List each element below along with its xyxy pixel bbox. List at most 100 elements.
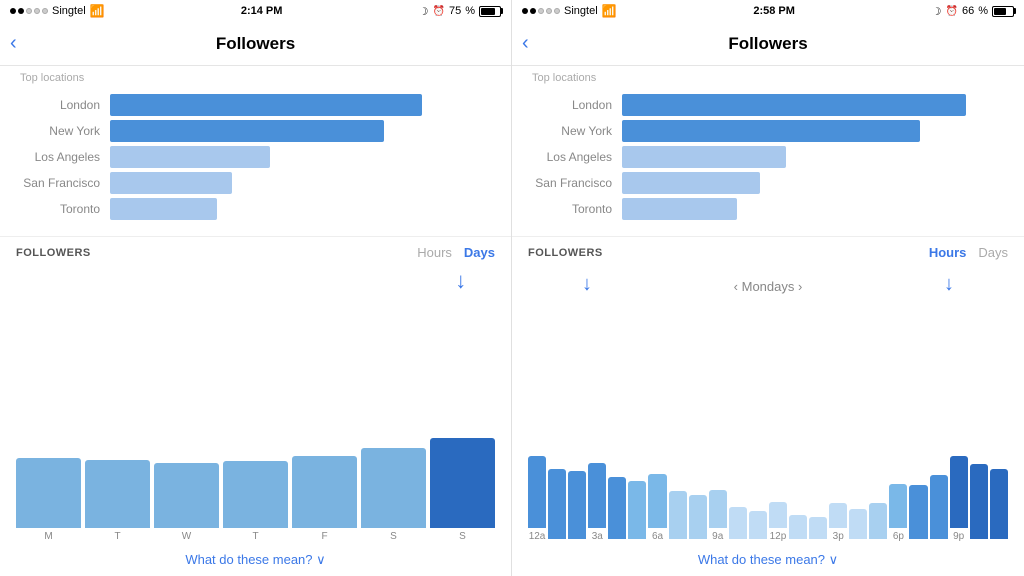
bar-h23 — [970, 464, 988, 542]
bar-label-T1: T — [114, 531, 120, 542]
city-bar-container — [622, 120, 1004, 142]
status-left-1: Singtel 📶 — [10, 4, 105, 18]
moon-icon-1: ☽ — [419, 5, 429, 18]
panel-2: Singtel 📶 2:58 PM ☽ ⏰ 66% ‹ Followers To… — [512, 0, 1024, 576]
city-bar-la-2 — [622, 146, 786, 168]
what-link-2[interactable]: What do these mean? ∨ — [512, 544, 1024, 576]
bar-fill-W — [154, 463, 219, 528]
city-name: San Francisco — [20, 176, 110, 190]
arrow-hours-1: ↓ — [582, 273, 592, 296]
bar-12a: 12a — [528, 456, 546, 542]
time-2: 2:58 PM — [753, 5, 795, 17]
battery-fill-2 — [994, 8, 1006, 15]
top-label-1: Top locations — [0, 66, 511, 86]
tab-hours-2[interactable]: Hours — [929, 245, 967, 260]
time-1: 2:14 PM — [241, 5, 283, 17]
cities-chart-2: London New York Los Angeles San Francisc… — [512, 86, 1024, 236]
bar-label-T2: T — [252, 531, 258, 542]
city-row-london: London — [20, 94, 491, 116]
city-name: New York — [532, 124, 622, 138]
status-right-2: ☽ ⏰ 66% — [932, 5, 1014, 18]
battery-pct-1: 75 — [449, 5, 461, 17]
bar-h11 — [729, 507, 747, 542]
bar-label-S2: S — [459, 531, 466, 542]
bars-area-1: M T W T F S S — [16, 292, 495, 544]
city-row-losangeles: Los Angeles — [20, 146, 491, 168]
signal-dot — [10, 8, 16, 14]
city-bar-container — [622, 172, 1004, 194]
what-link-1[interactable]: What do these mean? ∨ — [0, 544, 511, 576]
bar-h5 — [608, 477, 626, 542]
page-title-2: Followers — [728, 34, 807, 54]
back-button-2[interactable]: ‹ — [522, 32, 529, 55]
city-bar-container — [110, 198, 491, 220]
signal-dot — [522, 8, 528, 14]
city-row-toronto-2: Toronto — [532, 198, 1004, 220]
city-name: Toronto — [20, 202, 110, 216]
city-name: London — [20, 98, 110, 112]
bar-h17 — [849, 509, 867, 542]
alarm-icon-1: ⏰ — [433, 6, 445, 17]
city-row-newyork-2: New York — [532, 120, 1004, 142]
tab-hours-1[interactable]: Hours — [417, 245, 452, 260]
bar-h24 — [990, 469, 1008, 542]
signal-dot — [42, 8, 48, 14]
followers-label-1: FOLLOWERS — [16, 247, 91, 259]
wifi-icon-2: 📶 — [602, 4, 617, 18]
city-row-sf-2: San Francisco — [532, 172, 1004, 194]
mondays-label: ‹ Mondays › — [734, 279, 803, 296]
city-bar-container — [622, 94, 1004, 116]
bar-6a: 6a — [648, 474, 666, 542]
alarm-icon-2: ⏰ — [946, 6, 958, 17]
bar-6p: 6p — [889, 484, 907, 542]
signal-dot — [546, 8, 552, 14]
bar-T2: T — [223, 461, 288, 542]
battery-fill-1 — [481, 8, 495, 15]
view-tabs-2: Hours Days — [929, 245, 1008, 260]
bar-h14 — [789, 515, 807, 542]
moon-icon-2: ☽ — [932, 5, 942, 18]
bar-h3 — [568, 471, 586, 542]
bar-W: W — [154, 463, 219, 542]
bar-3a: 3a — [588, 463, 606, 542]
city-row-london-2: London — [532, 94, 1004, 116]
city-bar-sf-2 — [622, 172, 760, 194]
city-row-newyork: New York — [20, 120, 491, 142]
bar-h2 — [548, 469, 566, 542]
bar-label-F: F — [321, 531, 327, 542]
battery-2 — [992, 6, 1014, 17]
bar-h8 — [669, 491, 687, 542]
bars-area-2: 12a 3a 6a — [528, 296, 1008, 544]
back-button-1[interactable]: ‹ — [10, 32, 17, 55]
top-label-2: Top locations — [512, 66, 1024, 86]
carrier-label-1: Singtel — [52, 5, 86, 17]
signal-dot — [34, 8, 40, 14]
followers-header-1: FOLLOWERS Hours Days — [16, 245, 495, 260]
city-name: London — [532, 98, 622, 112]
status-left-2: Singtel 📶 — [522, 4, 617, 18]
bar-F: F — [292, 456, 357, 542]
city-bar-container — [110, 172, 491, 194]
bar-M: M — [16, 458, 81, 542]
followers-label-2: FOLLOWERS — [528, 247, 603, 259]
city-bar-container — [110, 94, 491, 116]
city-name: New York — [20, 124, 110, 138]
mondays-row: ↓ ‹ Mondays › ↓ — [528, 264, 1008, 296]
city-bar-toronto — [110, 198, 217, 220]
bar-h12 — [749, 511, 767, 542]
bar-S2: S — [430, 438, 495, 542]
tab-days-1[interactable]: Days — [464, 245, 495, 260]
bar-h6 — [628, 481, 646, 542]
bar-fill-S2 — [430, 438, 495, 528]
tab-days-2[interactable]: Days — [978, 245, 1008, 260]
city-bar-container — [110, 120, 491, 142]
city-bar-la — [110, 146, 270, 168]
signal-dots-1 — [10, 8, 48, 14]
signal-dot — [18, 8, 24, 14]
signal-dot — [538, 8, 544, 14]
city-name: San Francisco — [532, 176, 622, 190]
signal-dots-2 — [522, 8, 560, 14]
arrow-hours-2: ↓ — [944, 273, 954, 296]
bar-h9 — [689, 495, 707, 542]
wifi-icon-1: 📶 — [90, 4, 105, 18]
